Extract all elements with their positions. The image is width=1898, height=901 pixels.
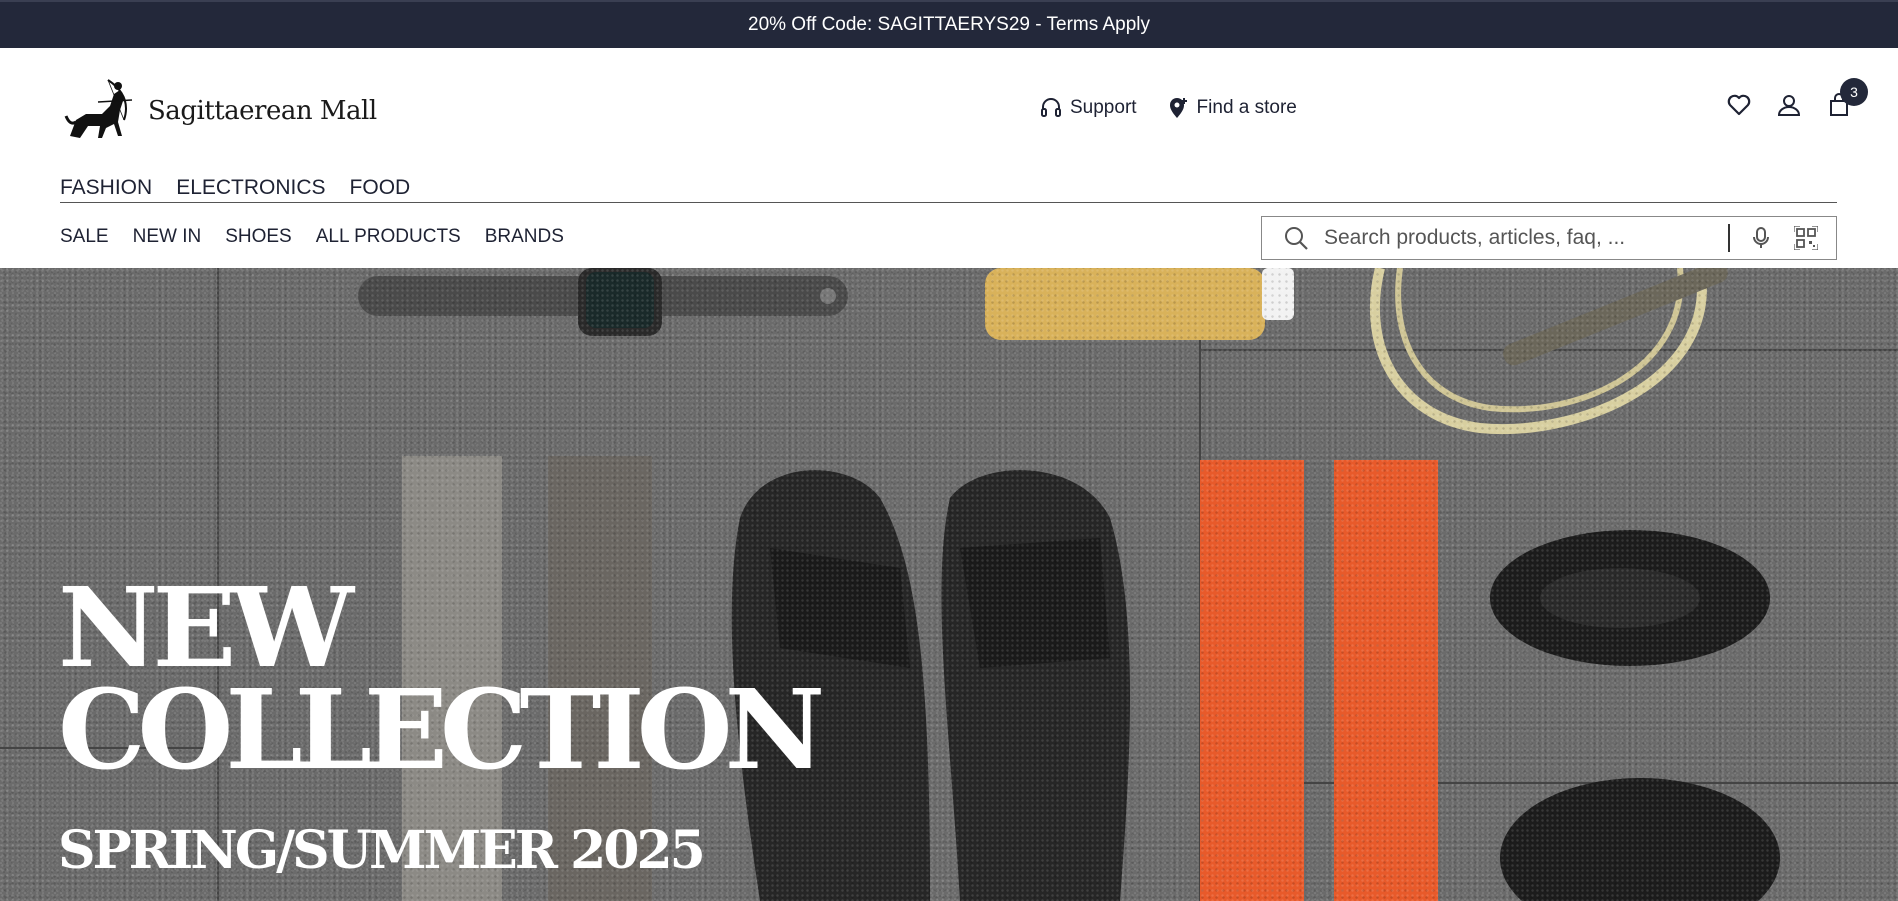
qr-scan-icon[interactable] bbox=[1794, 226, 1818, 250]
hero-heading: NEW COLLECTION bbox=[58, 563, 825, 794]
category-electronics[interactable]: ELECTRONICS bbox=[176, 176, 325, 200]
find-store-label: Find a store bbox=[1196, 97, 1297, 118]
hero-heading-line2: COLLECTION bbox=[58, 665, 825, 794]
wishlist-button[interactable] bbox=[1726, 92, 1752, 118]
header-icons: 3 bbox=[1726, 78, 1868, 118]
subnav-all-products[interactable]: ALL PRODUCTS bbox=[316, 226, 461, 248]
find-store-link[interactable]: Find a store bbox=[1167, 96, 1297, 120]
account-button[interactable] bbox=[1776, 92, 1802, 118]
utility-links: Support Find a store bbox=[1040, 96, 1297, 120]
microphone-icon[interactable] bbox=[1750, 226, 1772, 250]
search-divider bbox=[1728, 224, 1730, 252]
promo-banner: 20% Off Code: SAGITTAERYS29 - Terms Appl… bbox=[0, 0, 1898, 48]
user-icon bbox=[1777, 95, 1801, 116]
search-icon[interactable] bbox=[1282, 224, 1310, 252]
site-header: Sagittaerean Mall Support Find a store 3… bbox=[0, 48, 1898, 268]
hero-banner[interactable]: NEW COLLECTION SPRING/SUMMER 2025 bbox=[0, 268, 1898, 901]
promo-text[interactable]: 20% Off Code: SAGITTAERYS29 - Terms Appl… bbox=[748, 14, 1150, 36]
category-food[interactable]: FOOD bbox=[350, 176, 411, 200]
logo[interactable]: Sagittaerean Mall bbox=[62, 76, 377, 146]
subnav-new-in[interactable]: NEW IN bbox=[133, 226, 202, 248]
location-pin-icon bbox=[1169, 98, 1187, 118]
category-fashion[interactable]: FASHION bbox=[60, 176, 152, 200]
hero-subtitle: SPRING/SUMMER 2025 bbox=[58, 820, 706, 881]
brand-name: Sagittaerean Mall bbox=[148, 96, 377, 126]
hero-heading-line1: NEW bbox=[58, 563, 354, 692]
nav-divider bbox=[60, 202, 1837, 203]
sub-nav: SALE NEW IN SHOES ALL PRODUCTS BRANDS bbox=[60, 226, 564, 248]
support-label: Support bbox=[1070, 97, 1137, 118]
subnav-sale[interactable]: SALE bbox=[60, 226, 109, 248]
cart-count-badge: 3 bbox=[1840, 78, 1868, 106]
subnav-brands[interactable]: BRANDS bbox=[485, 226, 564, 248]
heart-icon bbox=[1727, 94, 1751, 116]
search-input[interactable] bbox=[1324, 217, 1728, 259]
cart-button[interactable]: 3 bbox=[1826, 78, 1868, 118]
centaur-archer-icon bbox=[64, 79, 133, 138]
search-bar bbox=[1261, 216, 1837, 260]
support-link[interactable]: Support bbox=[1040, 96, 1137, 120]
subnav-shoes[interactable]: SHOES bbox=[225, 226, 292, 248]
category-nav: FASHION ELECTRONICS FOOD bbox=[60, 176, 410, 200]
headset-icon bbox=[1041, 98, 1061, 117]
